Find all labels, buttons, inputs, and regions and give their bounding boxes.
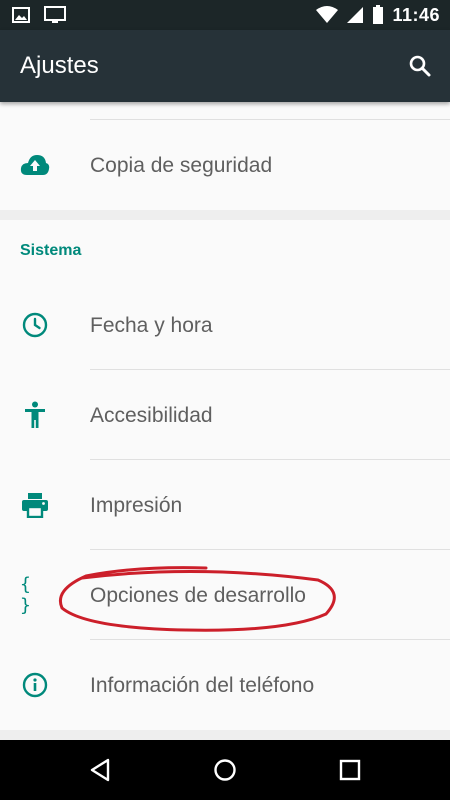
app-bar: Ajustes — [0, 30, 450, 102]
search-icon — [409, 55, 431, 77]
cast-screen-icon — [44, 6, 66, 24]
settings-card-sistema: Sistema Fecha y hora Accesibilidad Impre… — [0, 220, 450, 730]
info-icon — [20, 671, 50, 699]
recents-icon — [339, 759, 361, 781]
navigation-bar — [0, 740, 450, 800]
settings-item-label: Copia de seguridad — [90, 154, 273, 177]
page-title: Ajustes — [20, 52, 99, 79]
back-button[interactable] — [80, 752, 120, 788]
settings-item-label: Opciones de desarrollo — [90, 584, 306, 607]
home-icon — [214, 759, 236, 781]
printer-icon — [20, 491, 50, 519]
back-icon — [90, 758, 110, 782]
signal-icon — [346, 6, 364, 24]
settings-item-label: Impresión — [90, 494, 183, 517]
settings-item-backup[interactable]: Copia de seguridad — [0, 120, 450, 210]
cloud-upload-icon — [20, 151, 50, 179]
settings-item-label: Información del teléfono — [90, 674, 315, 697]
status-bar: 11:46 — [0, 0, 450, 30]
recents-button[interactable] — [330, 752, 370, 788]
clock-icon — [20, 311, 50, 339]
battery-icon — [372, 5, 384, 25]
settings-item-printing[interactable]: Impresión — [0, 460, 450, 550]
settings-item-date-time[interactable]: Fecha y hora — [0, 280, 450, 370]
settings-card-top: Copia de seguridad — [0, 102, 450, 210]
clock-time: 11:46 — [392, 4, 440, 25]
search-button[interactable] — [404, 50, 436, 82]
section-header: Sistema — [20, 242, 82, 259]
settings-item-phone-info[interactable]: Información del teléfono — [0, 640, 450, 730]
wifi-icon — [316, 6, 339, 24]
settings-item-developer-options[interactable]: { } Opciones de desarrollo — [0, 550, 450, 640]
braces-icon: { } — [20, 574, 32, 616]
home-button[interactable] — [205, 752, 245, 788]
settings-item-accessibility[interactable]: Accesibilidad — [0, 370, 450, 460]
settings-item-label: Accesibilidad — [90, 404, 213, 427]
image-icon — [12, 6, 30, 24]
accessibility-icon — [20, 401, 50, 429]
settings-item-label: Fecha y hora — [90, 314, 213, 337]
